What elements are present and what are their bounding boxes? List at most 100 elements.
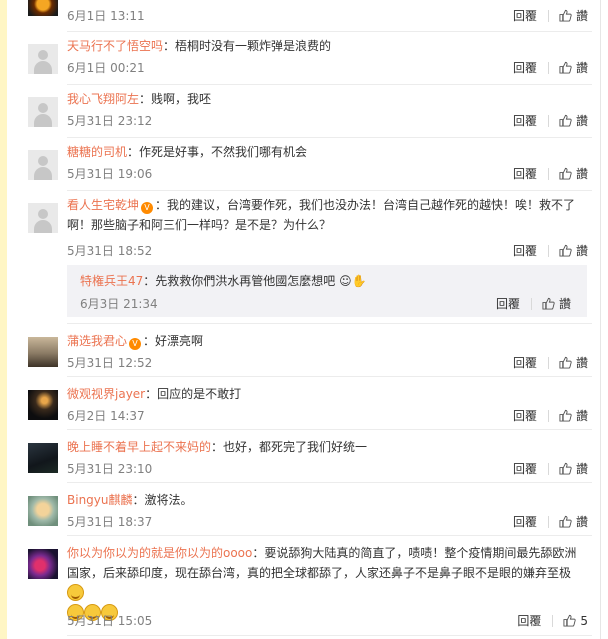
avatar[interactable] [28, 390, 58, 420]
divider [67, 190, 592, 191]
comment-author[interactable]: 天马行不了悟空吗 [67, 39, 163, 53]
thumb-up-icon[interactable] [559, 114, 572, 127]
divider [67, 137, 592, 138]
subreply-actions: 回覆 讚 [496, 296, 571, 312]
comment-text: ：好漂亮啊 [143, 334, 204, 348]
face-icon: ☺ [339, 274, 352, 288]
comment-actions: 回覆 讚 [513, 355, 588, 371]
comment-author[interactable]: Bingyu麒麟 [67, 493, 133, 507]
comment-actions: 回覆 讚 [513, 408, 588, 424]
avatar[interactable] [28, 150, 58, 180]
reply-button[interactable]: 回覆 [513, 462, 537, 476]
vip-badge-icon: V [141, 202, 154, 214]
avatar[interactable] [28, 97, 58, 127]
divider [67, 429, 592, 430]
comment-time: 5月31日 18:52 [67, 244, 153, 258]
comment-text: ：作死是好事，不然我们哪有机会 [127, 145, 308, 159]
comment-line: 微观视界jayer：回应的是不敢打 [67, 384, 592, 404]
comment-line: Bingyu麒麟：激将法。 [67, 490, 592, 510]
reply-button[interactable]: 回覆 [513, 244, 537, 258]
thumb-up-icon[interactable] [559, 462, 572, 475]
reply-button[interactable]: 回覆 [513, 9, 537, 23]
right-border-line [600, 0, 601, 639]
grin-emoji-icon [67, 584, 84, 601]
comment-line: 糖糖的司机：作死是好事，不然我们哪有机会 [67, 142, 592, 162]
comment-actions: 回覆 讚 [513, 8, 588, 24]
like-label[interactable]: 讚 [576, 9, 588, 23]
like-count[interactable]: 5 [580, 614, 588, 628]
comment-author[interactable]: 微观视界jayer [67, 387, 145, 401]
like-label[interactable]: 讚 [576, 462, 588, 476]
thumb-up-icon[interactable] [559, 409, 572, 422]
comment-actions: 回覆 讚 [513, 166, 588, 182]
divider [67, 84, 592, 85]
comment-time: 5月31日 23:10 [67, 462, 153, 476]
comment-time: 6月1日 00:21 [67, 61, 145, 75]
comment-actions: 回覆 讚 [513, 461, 588, 477]
comment-author[interactable]: 糖糖的司机 [67, 145, 127, 159]
like-label[interactable]: 讚 [576, 356, 588, 370]
hand-icon: ✋ [351, 274, 367, 288]
like-label[interactable]: 讚 [559, 297, 571, 311]
avatar[interactable] [28, 549, 58, 579]
thumb-up-icon[interactable] [559, 356, 572, 369]
divider [67, 535, 592, 536]
avatar[interactable] [28, 0, 58, 16]
thumb-up-icon[interactable] [559, 9, 572, 22]
like-label[interactable]: 讚 [576, 167, 588, 181]
comment-time: 5月31日 12:52 [67, 356, 153, 370]
like-label[interactable]: 讚 [576, 409, 588, 423]
avatar[interactable] [28, 203, 58, 233]
reply-button[interactable]: 回覆 [513, 167, 537, 181]
comment-author[interactable]: 看人生宅乾坤 [67, 198, 139, 212]
comment-actions: 回覆 讚 [513, 113, 588, 129]
avatar[interactable] [28, 496, 58, 526]
subreply-author[interactable]: 特権兵王47 [80, 274, 143, 288]
thumb-up-icon[interactable] [559, 515, 572, 528]
comment-time: 6月2日 14:37 [67, 409, 145, 423]
comment-author[interactable]: 我心飞翔阿左 [67, 92, 139, 106]
reply-button[interactable]: 回覆 [513, 114, 537, 128]
thumb-up-icon[interactable] [559, 167, 572, 180]
comment-line: 晚上睡不着早上起不来妈的：也好，都死完了我们好统一 [67, 437, 592, 457]
comment-time: 5月31日 23:12 [67, 114, 153, 128]
like-label[interactable]: 讚 [576, 114, 588, 128]
reply-button[interactable]: 回覆 [496, 297, 520, 311]
comment-time: 5月31日 18:37 [67, 515, 153, 529]
comment-line: 我心飞翔阿左：贱啊，我呸 [67, 89, 592, 109]
comment-text: ：回应的是不敢打 [145, 387, 242, 401]
reply-button[interactable]: 回覆 [513, 61, 537, 75]
comment-author[interactable]: 蒲选我君心 [67, 334, 127, 348]
comment-author[interactable]: 你以为你以为的就是你以为的oooo [67, 546, 252, 560]
like-label[interactable]: 讚 [576, 61, 588, 75]
divider [67, 376, 592, 377]
reply-button[interactable]: 回覆 [513, 356, 537, 370]
thumb-up-icon[interactable] [559, 244, 572, 257]
thumb-up-icon[interactable] [563, 614, 577, 627]
comment-line: 蒲选我君心 V ：好漂亮啊 [67, 331, 592, 351]
avatar[interactable] [28, 443, 58, 473]
comment-text: ：梧桐时没有一颗炸弹是浪费的 [163, 39, 332, 53]
divider [67, 323, 592, 324]
thumb-up-icon[interactable] [542, 297, 555, 310]
comment-text: ：激将法。 [132, 493, 193, 507]
comment-time: 5月31日 15:05 [67, 614, 153, 628]
thumb-up-icon[interactable] [559, 61, 572, 74]
comment-actions: 回覆 讚 [513, 243, 588, 259]
comment-line: 天马行不了悟空吗：梧桐时没有一颗炸弹是浪费的 [67, 36, 592, 56]
reply-button[interactable]: 回覆 [513, 515, 537, 529]
comment-line: 看人生宅乾坤 V ：我的建议，台湾要作死，我们也没办法！台湾自己越作死的越快！唉！救… [67, 195, 582, 235]
comment-author[interactable]: 晚上睡不着早上起不来妈的 [67, 440, 211, 454]
reply-button[interactable]: 回覆 [513, 409, 537, 423]
subreply-time: 6月3日 21:34 [80, 297, 158, 311]
avatar[interactable] [28, 337, 58, 367]
avatar[interactable] [28, 44, 58, 74]
comment-actions: 回覆 讚 [513, 60, 588, 76]
comment-text: ：也好，都死完了我们好统一 [211, 440, 368, 454]
reply-button[interactable]: 回覆 [517, 614, 541, 628]
like-label[interactable]: 讚 [576, 244, 588, 258]
divider [67, 31, 592, 32]
comment-time: 5月31日 19:06 [67, 167, 153, 181]
comment-line: 你以为你以为的就是你以为的oooo：要说舔狗大陆真的简直了，啧啧！整个疫情期间最… [67, 543, 582, 623]
like-label[interactable]: 讚 [576, 515, 588, 529]
